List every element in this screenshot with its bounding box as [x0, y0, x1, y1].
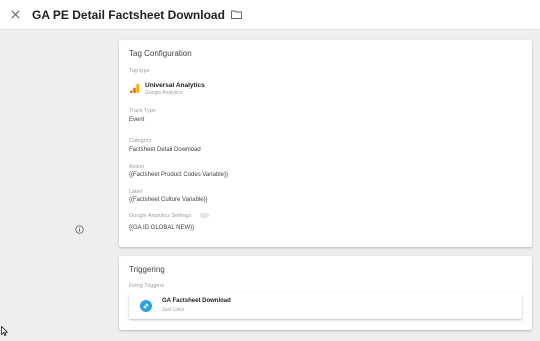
trigger-name: GA Factsheet Download	[162, 298, 231, 304]
track-type-label: Track Type	[129, 108, 156, 114]
top-bar: GA PE Detail Factsheet Download	[0, 0, 540, 30]
mouse-cursor-icon	[1, 326, 8, 336]
info-icon[interactable]	[75, 225, 84, 234]
triggering-title: Triggering	[129, 265, 165, 274]
category-value: Factsheet Detail Download	[129, 147, 201, 153]
folder-icon	[230, 10, 242, 19]
tag-configuration-card[interactable]: Tag Configuration Tag type Universal Ana…	[119, 40, 532, 247]
ga-settings-label: Google Analytics Settings	[129, 213, 192, 219]
label-value: {{Factsheet Culture Variable}}	[129, 197, 208, 203]
ga-settings-value: {{GA ID GLOBAL NEW}}	[129, 225, 195, 231]
close-icon	[11, 10, 19, 19]
tag-configuration-title: Tag Configuration	[129, 49, 192, 58]
track-type-value: Event	[129, 117, 145, 123]
triggering-card[interactable]: Triggering Firing Triggers GA Factsheet …	[119, 256, 532, 330]
google-analytics-icon	[129, 83, 140, 94]
page-title: GA PE Detail Factsheet Download	[32, 7, 225, 22]
close-button[interactable]	[0, 0, 30, 30]
label-label: Label	[129, 189, 143, 195]
ga-settings-toggle[interactable]	[200, 213, 209, 218]
category-label: Category	[129, 138, 152, 144]
trigger-item[interactable]: GA Factsheet Download Just Links	[129, 293, 522, 319]
link-icon	[140, 300, 152, 312]
firing-triggers-label: Firing Triggers	[129, 283, 165, 289]
tag-type-name: Universal Analytics	[145, 82, 205, 89]
folder-button[interactable]	[230, 10, 242, 19]
action-label: Action	[129, 164, 145, 170]
action-value: {{Factsheet Product Codes Variable}}	[129, 172, 228, 178]
tag-type-label: Tag type	[129, 68, 150, 74]
trigger-type: Just Links	[162, 307, 185, 313]
tag-type-vendor: Google Analytics	[145, 90, 183, 96]
